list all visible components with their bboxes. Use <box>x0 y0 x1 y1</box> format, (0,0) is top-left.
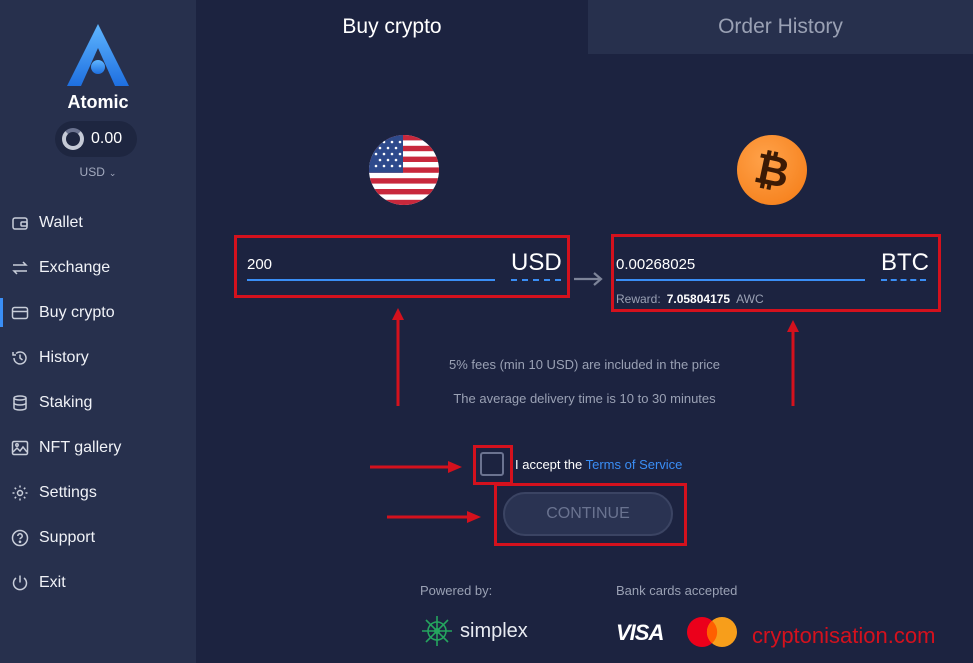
currency-selector[interactable]: USD ⌄ <box>0 165 196 179</box>
sidebar-item-support[interactable]: Support <box>0 515 196 560</box>
power-icon <box>11 574 29 592</box>
sidebar-item-label: Staking <box>39 393 93 411</box>
fees-info: 5% fees (min 10 USD) are included in the… <box>449 357 720 372</box>
tab-order-history[interactable]: Order History <box>588 0 973 54</box>
watermark: cryptonisation.com <box>752 623 936 648</box>
image-icon <box>11 439 29 457</box>
mastercard-icon <box>687 617 737 647</box>
chevron-down-icon: ⌄ <box>108 168 117 178</box>
sidebar-item-staking[interactable]: Staking <box>0 380 196 425</box>
sidebar-item-exit[interactable]: Exit <box>0 560 196 605</box>
brand-name: Atomic <box>67 92 129 112</box>
atomic-logo-icon <box>67 24 129 86</box>
annotation-box-from <box>234 235 570 298</box>
currency-label: USD <box>79 165 105 179</box>
balance-ring-icon <box>62 128 84 150</box>
card-icon <box>11 304 29 322</box>
annotation-box-continue <box>494 483 687 546</box>
sidebar-item-label: Exchange <box>39 258 111 276</box>
sidebar-item-label: Settings <box>39 483 97 501</box>
sidebar-item-label: History <box>39 348 89 366</box>
us-flag-icon <box>369 135 439 205</box>
simplex-logo: simplex <box>420 614 528 648</box>
sidebar-item-wallet[interactable]: Wallet <box>0 200 196 245</box>
annotation-box-checkbox <box>473 445 513 485</box>
bank-cards-label: Bank cards accepted <box>616 583 738 598</box>
sidebar-item-exchange[interactable]: Exchange <box>0 245 196 290</box>
visa-logo: VISA <box>616 620 664 645</box>
tab-buy-crypto[interactable]: Buy crypto <box>196 0 588 54</box>
sidebar: Atomic 0.00 USD ⌄ Wallet Exchange Buy cry… <box>0 0 196 663</box>
annotation-arrow-right-checkbox <box>370 461 462 473</box>
sidebar-nav: Wallet Exchange Buy crypto History Staki… <box>0 200 196 605</box>
sidebar-item-settings[interactable]: Settings <box>0 470 196 515</box>
sidebar-item-label: Buy crypto <box>39 303 115 321</box>
arrow-right-icon <box>574 272 603 286</box>
sidebar-item-buy-crypto[interactable]: Buy crypto <box>0 290 196 335</box>
balance-pill[interactable]: 0.00 <box>55 121 137 157</box>
powered-by-label: Powered by: <box>420 583 493 598</box>
terms-prefix: I accept the <box>515 456 583 472</box>
sidebar-item-nft-gallery[interactable]: NFT gallery <box>0 425 196 470</box>
annotation-box-to <box>611 234 941 312</box>
sidebar-item-history[interactable]: History <box>0 335 196 380</box>
logo: Atomic <box>0 22 196 113</box>
simplex-text: simplex <box>460 619 528 642</box>
delivery-info: The average delivery time is 10 to 30 mi… <box>453 391 716 406</box>
terms-of-service-link[interactable]: Terms of Service <box>586 457 683 472</box>
sidebar-item-label: NFT gallery <box>39 438 122 456</box>
terms-text: I accept the Terms of Service <box>515 457 682 472</box>
simplex-icon <box>422 616 452 646</box>
gear-icon <box>11 484 29 502</box>
sidebar-item-label: Exit <box>39 573 66 591</box>
history-icon <box>11 349 29 367</box>
wallet-icon <box>11 214 29 232</box>
help-icon <box>11 529 29 547</box>
sidebar-item-label: Support <box>39 528 96 546</box>
balance-value: 0.00 <box>91 130 123 147</box>
staking-icon <box>11 394 29 412</box>
bitcoin-icon: ₿ <box>737 135 807 205</box>
annotation-arrow-right-continue <box>387 511 481 523</box>
exchange-icon <box>11 259 29 277</box>
sidebar-item-label: Wallet <box>39 213 83 231</box>
